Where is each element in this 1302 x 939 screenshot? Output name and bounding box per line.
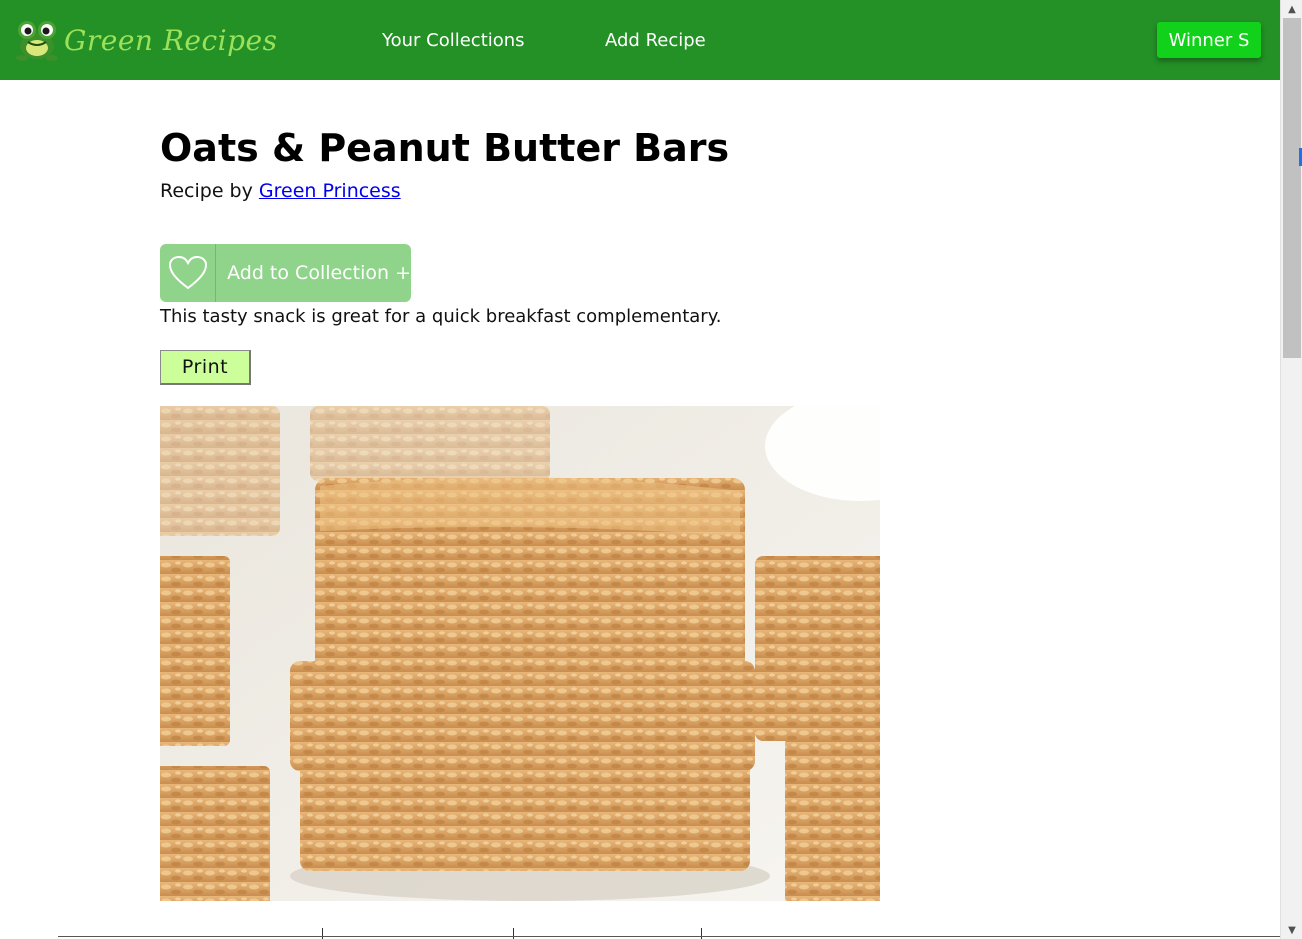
recipe-description: This tasty snack is great for a quick br… [160, 306, 722, 327]
vertical-scrollbar[interactable]: ▲ ▼ [1280, 0, 1302, 939]
nav-your-collections[interactable]: Your Collections [382, 30, 525, 51]
browser-viewport: Green Recipes Your Collections Add Recip… [0, 0, 1302, 939]
recipe-title: Oats & Peanut Butter Bars [160, 126, 730, 170]
user-menu-button[interactable]: Winner S [1157, 22, 1261, 58]
nav-add-recipe[interactable]: Add Recipe [605, 30, 706, 51]
page-divider [58, 936, 1280, 937]
stat-divider [513, 928, 514, 939]
heart-icon [160, 244, 217, 302]
author-link[interactable]: Green Princess [259, 180, 401, 202]
byline-prefix: Recipe by [160, 180, 253, 202]
scroll-up-arrow-icon[interactable]: ▲ [1281, 0, 1302, 18]
scrollbar-thumb[interactable] [1283, 18, 1301, 358]
logo-text: Green Recipes [64, 23, 278, 57]
add-to-collection-button[interactable]: Add to Collection + [160, 244, 411, 302]
frog-icon [16, 18, 58, 62]
site-logo[interactable]: Green Recipes [16, 18, 277, 62]
print-button[interactable]: Print [160, 350, 251, 385]
add-to-collection-label: Add to Collection + [227, 262, 411, 284]
stat-divider [322, 928, 323, 939]
stat-divider [701, 928, 702, 939]
recipe-photo [160, 406, 880, 901]
recipe-stats-row [160, 928, 880, 939]
recipe-byline: Recipe by Green Princess [160, 180, 401, 202]
scroll-down-arrow-icon[interactable]: ▼ [1281, 921, 1302, 939]
top-navbar: Green Recipes Your Collections Add Recip… [0, 0, 1280, 80]
